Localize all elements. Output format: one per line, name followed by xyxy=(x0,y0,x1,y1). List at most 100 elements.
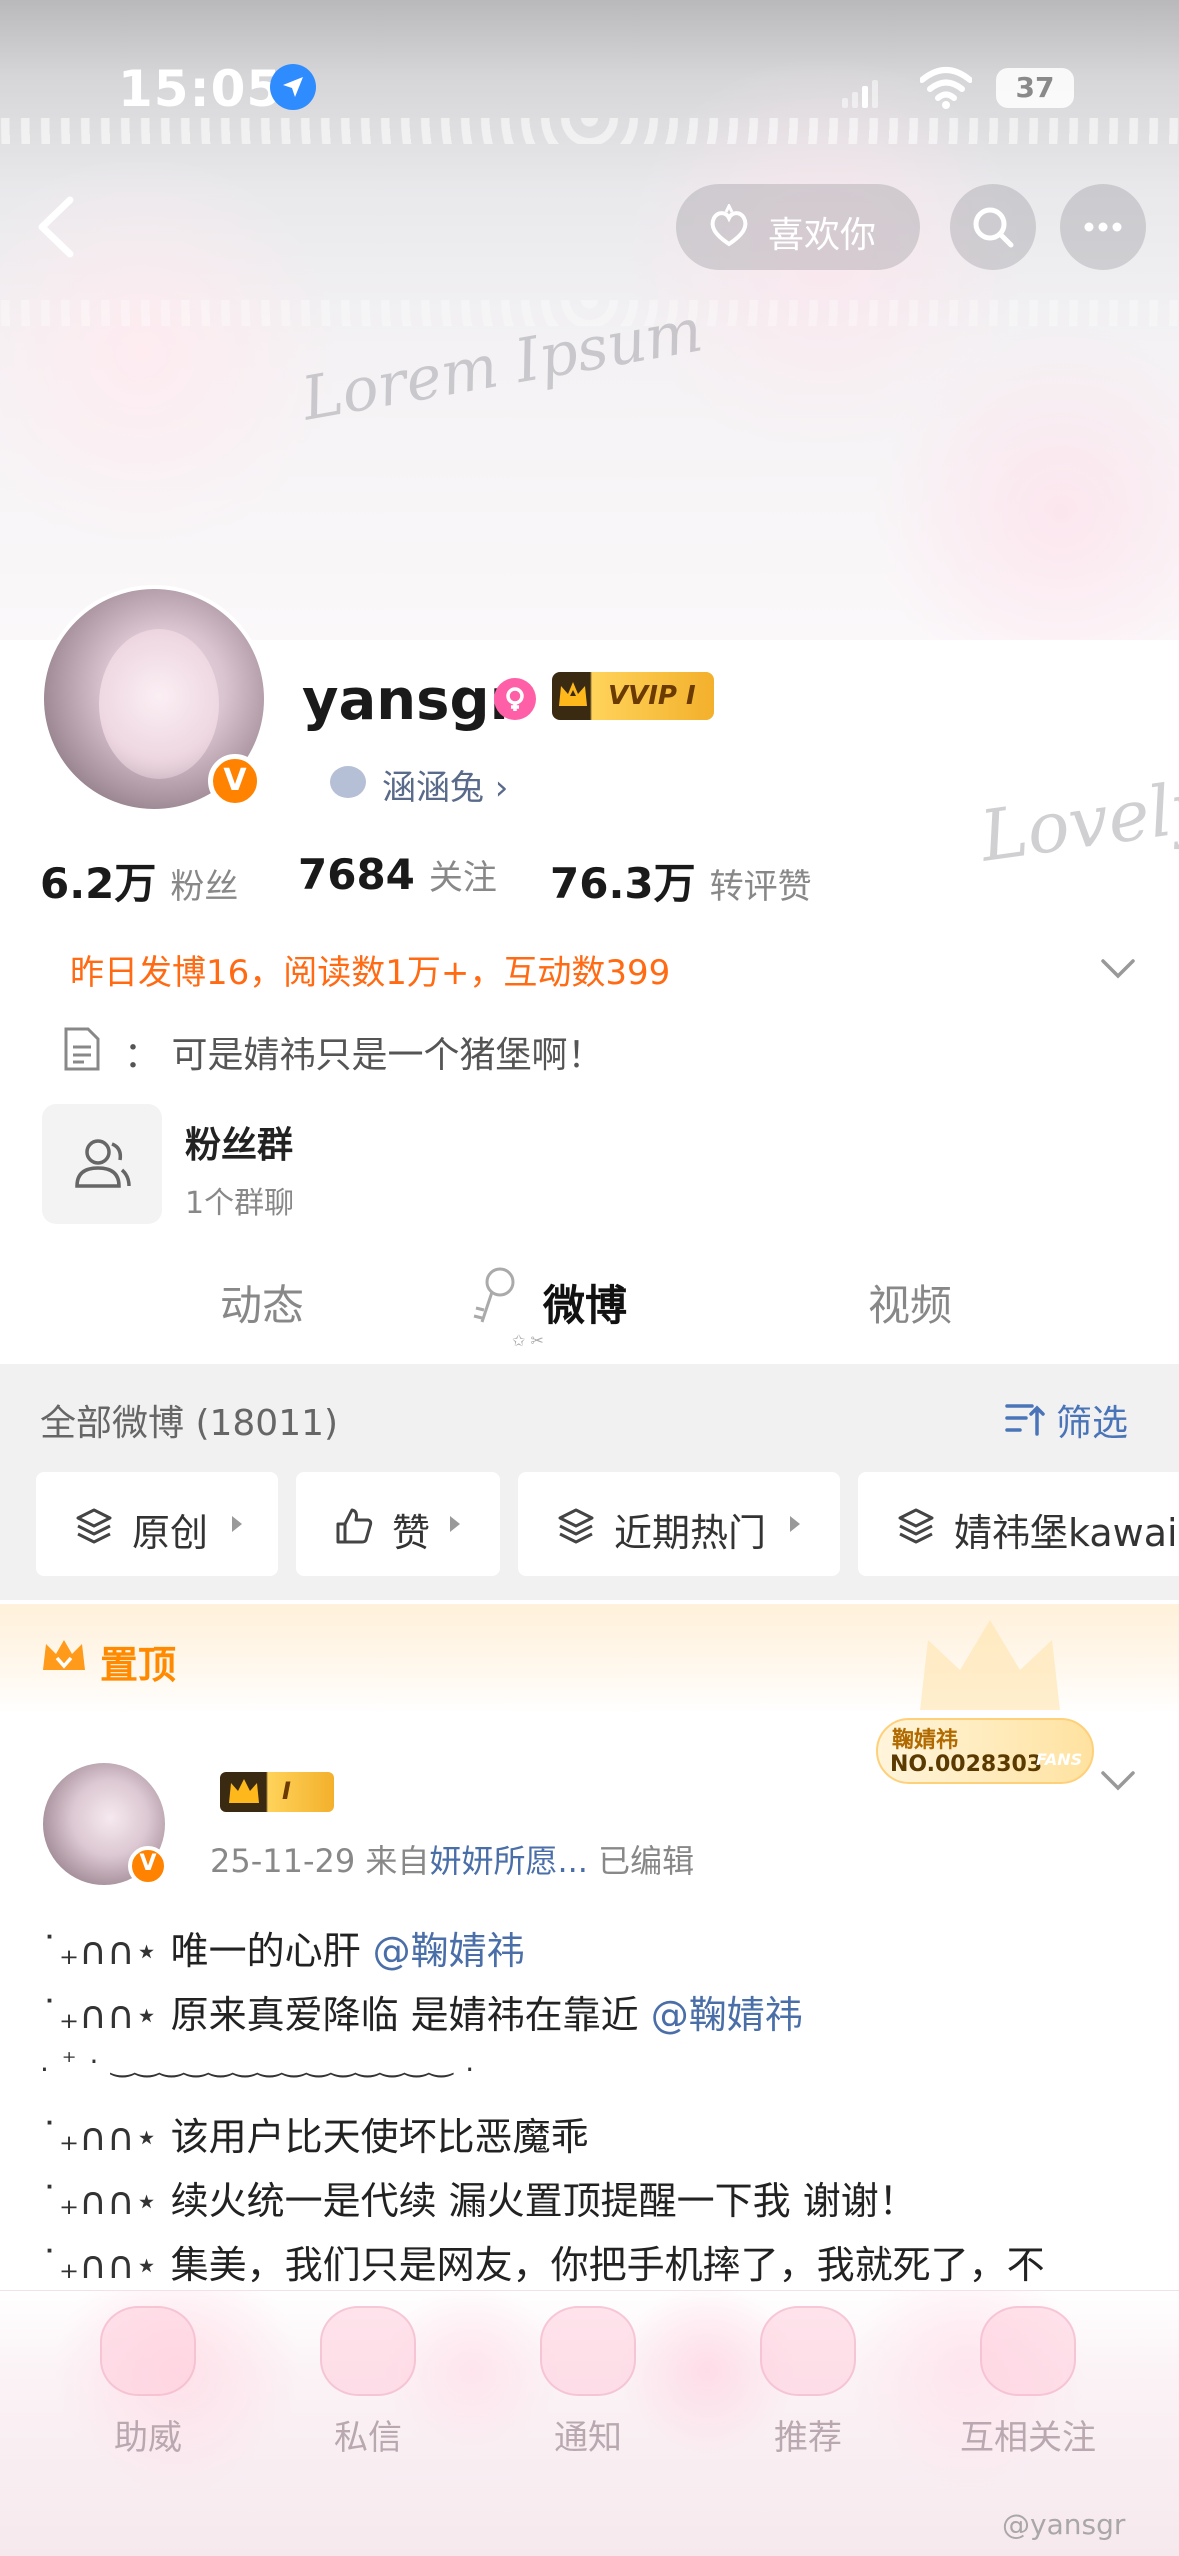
line-text: 原来真爱降临 是婧祎在靠近 xyxy=(158,1993,651,2037)
filter-sort-icon[interactable] xyxy=(1004,1398,1046,1440)
vip-level-badge[interactable]: I xyxy=(220,1772,334,1812)
crown-watermark-icon xyxy=(920,1620,1060,1710)
fan-group-subtitle: 1个群聊 xyxy=(185,1186,295,1221)
stat-value: 7684 xyxy=(298,850,415,899)
post-text-line: ˙₊∩∩⋆ 该用户比天使坏比恶魔乖 xyxy=(40,2106,589,2161)
stat-following[interactable]: 7684 关注 xyxy=(298,850,497,899)
line-prefix: ˙₊∩∩⋆ xyxy=(40,1929,159,1973)
script-decoration: Lovely xyxy=(975,764,1179,878)
chip-liked[interactable]: 赞 xyxy=(296,1472,500,1576)
line-prefix: ˙₊∩∩⋆ xyxy=(40,2179,159,2223)
search-button[interactable] xyxy=(950,184,1036,270)
stat-label: 转评赞 xyxy=(709,867,812,907)
yesterday-summary[interactable]: 昨日发博16，阅读数1万+，互动数399 xyxy=(70,945,670,994)
nav-label: 互相关注 xyxy=(960,2418,1096,2458)
post-text-line: ˙₊∩∩⋆ 集美，我们只是网友，你把手机摔了，我就死了，不 xyxy=(40,2234,1045,2289)
cheer-icon xyxy=(100,2306,196,2396)
chat-bubble-icon xyxy=(330,766,366,798)
crown-icon xyxy=(559,682,587,706)
post-text-line: ˙₊∩∩⋆ 原来真爱降临 是婧祎在靠近 @鞠婧祎 xyxy=(40,1984,803,2039)
tab-video[interactable]: 视频 xyxy=(868,1272,952,1333)
more-button[interactable] xyxy=(1060,184,1146,270)
nav-recommend[interactable]: 推荐 xyxy=(738,2306,878,2459)
status-time: 15:05 xyxy=(118,60,283,118)
mutual-follow-icon xyxy=(980,2306,1076,2396)
nav-notifications[interactable]: 通知 xyxy=(518,2306,658,2459)
post-meta: 25-11-29 来自妍妍所愿... 已编辑 xyxy=(210,1836,694,1882)
line-prefix: ˙₊∩∩⋆ xyxy=(40,2115,159,2159)
nav-cheer[interactable]: 助威 xyxy=(78,2306,218,2459)
post-edited: 已编辑 xyxy=(587,1842,695,1880)
fans-tag: FANS xyxy=(1036,1750,1083,1769)
chip-label: 近期热门 xyxy=(614,1511,767,1555)
like-button-label: 喜欢你 xyxy=(768,215,877,256)
fan-group-button[interactable] xyxy=(42,1104,162,1224)
status-bar: 15:05 37 xyxy=(0,0,1179,170)
bio-text: ： 可是婧祎只是一个猪堡啊！ xyxy=(124,1035,604,1076)
chip-original[interactable]: 原创 xyxy=(36,1472,278,1576)
crown-icon xyxy=(43,1640,85,1670)
battery-indicator: 37 xyxy=(996,68,1074,108)
caret-right-icon xyxy=(232,1516,242,1532)
group-users-icon xyxy=(75,1139,131,1188)
caret-right-icon xyxy=(450,1516,460,1532)
svg-text:✩ ✂ ⋆: ✩ ✂ ⋆ xyxy=(512,1331,550,1350)
like-button[interactable]: 喜欢你 xyxy=(676,184,920,270)
all-weibo-count[interactable]: 全部微博 (18011) xyxy=(40,1394,338,1446)
profile-username: yansgr xyxy=(302,668,518,733)
location-arrow-icon xyxy=(270,64,316,110)
nickname-label: 涵涵兔 › xyxy=(382,768,509,808)
post-text-line: ˙₊∩∩⋆ 续火统一是代续 漏火置顶提醒一下我 谢谢！ xyxy=(40,2170,917,2225)
carrot-heart-icon xyxy=(710,204,748,247)
post-text-line: ˙₊∩∩⋆ 唯一的心肝 @鞠婧祎 xyxy=(40,1920,525,1975)
pinned-label: 置顶 xyxy=(100,1643,177,1687)
line-prefix: ˙₊∩∩⋆ xyxy=(40,2243,159,2287)
thumbs-up-icon xyxy=(336,1508,373,1544)
verified-badge-icon: V xyxy=(208,754,262,808)
nav-label: 通知 xyxy=(554,2418,622,2458)
stat-value: 76.3万 xyxy=(550,859,696,908)
nav-mutual-follow[interactable]: 互相关注 xyxy=(958,2306,1098,2459)
line-text: 续火统一是代续 漏火置顶提醒一下我 谢谢！ xyxy=(158,2179,917,2223)
chevron-down-icon[interactable] xyxy=(1100,1770,1136,1792)
fan-group-title[interactable]: 粉丝群 xyxy=(185,1116,293,1168)
stat-fans[interactable]: 6.2万 粉丝 xyxy=(40,850,238,911)
chip-hot[interactable]: 近期热门 xyxy=(518,1472,840,1576)
vip-level-label: I xyxy=(282,1777,291,1805)
wifi-icon xyxy=(920,67,972,109)
layers-icon xyxy=(558,1508,594,1544)
search-icon xyxy=(973,207,1014,248)
filter-button[interactable]: 筛选 xyxy=(1056,1394,1128,1446)
layers-icon xyxy=(898,1508,934,1544)
tab-weibo[interactable]: 微博 xyxy=(543,1272,627,1333)
battery-level: 37 xyxy=(1015,71,1055,104)
stat-label: 关注 xyxy=(428,858,497,898)
back-arrow-icon[interactable] xyxy=(28,192,88,262)
caret-right-icon xyxy=(790,1516,800,1532)
watermark: @yansgr xyxy=(1002,2508,1126,2541)
tab-dynamics[interactable]: 动态 xyxy=(220,1272,304,1333)
stat-interactions[interactable]: 76.3万 转评赞 xyxy=(550,850,812,911)
mention-link[interactable]: @鞠婧祎 xyxy=(651,1993,803,2037)
vvip-badge-label: VVIP I xyxy=(608,681,696,711)
line-text: 集美，我们只是网友，你把手机摔了，我就死了，不 xyxy=(158,2243,1045,2287)
nav-label: 推荐 xyxy=(774,2418,842,2458)
mention-link[interactable]: @鞠婧祎 xyxy=(373,1929,525,1973)
vvip-badge[interactable]: VVIP I xyxy=(552,672,714,720)
fans-club-card[interactable]: 鞠婧祎 NO.0028303 FANS xyxy=(876,1718,1094,1784)
chip-collection[interactable]: 婧祎堡kawai xyxy=(858,1472,1179,1576)
nav-label: 助威 xyxy=(114,2418,182,2458)
stat-label: 粉丝 xyxy=(170,867,239,907)
nav-messages[interactable]: 私信 xyxy=(298,2306,438,2459)
message-icon xyxy=(320,2306,416,2396)
notification-icon xyxy=(540,2306,636,2396)
chip-label: 婧祎堡kawai xyxy=(954,1511,1178,1555)
female-gender-icon xyxy=(494,678,536,720)
post-source[interactable]: 妍妍所愿... xyxy=(429,1842,588,1880)
line-prefix: ˙₊∩∩⋆ xyxy=(40,1993,159,2037)
verified-badge-icon: V xyxy=(128,1846,168,1886)
chevron-down-icon[interactable] xyxy=(1100,958,1136,980)
chip-label: 赞 xyxy=(392,1511,431,1555)
line-text: 该用户比天使坏比恶魔乖 xyxy=(158,2115,589,2159)
stat-value: 6.2万 xyxy=(40,859,157,908)
